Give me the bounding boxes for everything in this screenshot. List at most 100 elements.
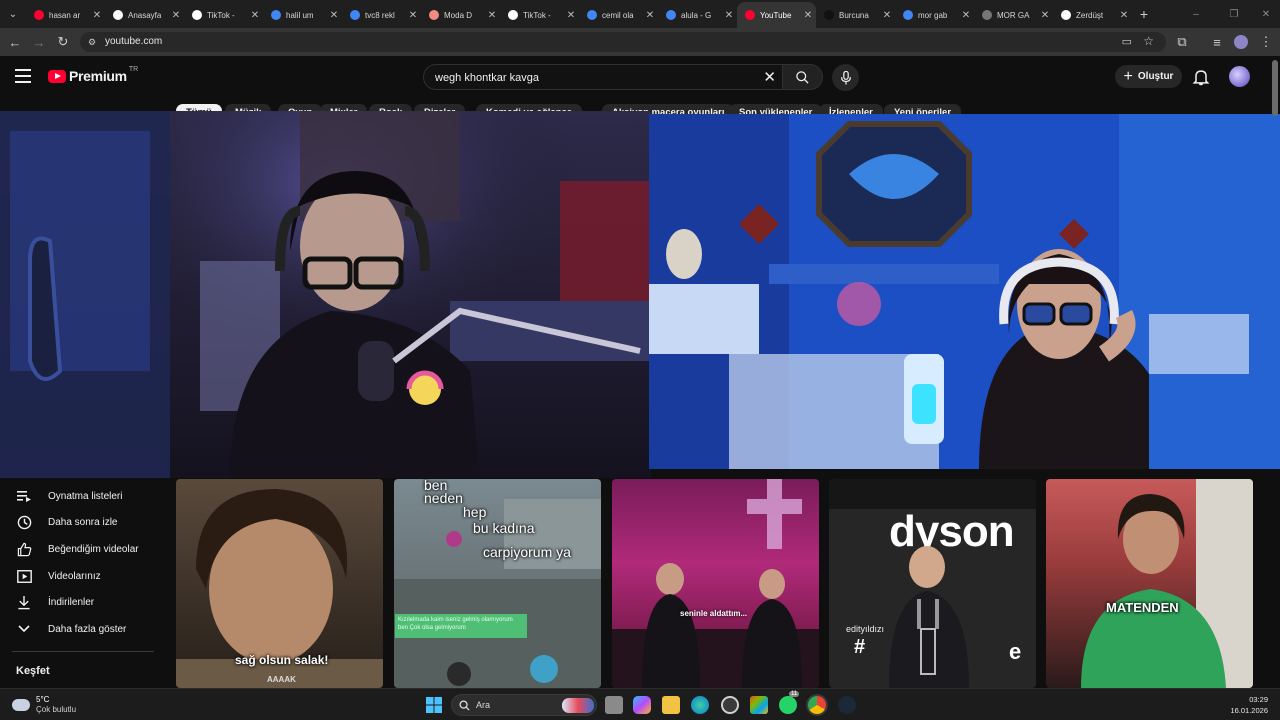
- short-2-caption-line-5: carpiyorum ya: [483, 544, 571, 560]
- short-5-image: [1081, 479, 1253, 688]
- tab-title: cemil ola: [602, 10, 634, 20]
- notifications-bell-icon[interactable]: [1191, 67, 1211, 87]
- address-bar[interactable]: ⚙ youtube.com ▭ ☆: [80, 32, 1166, 52]
- tab-title: Zerdüşt: [1076, 10, 1104, 20]
- windows-start-icon[interactable]: [425, 696, 443, 714]
- close-tab-icon[interactable]: ✕: [642, 10, 658, 21]
- youtube-icon: [34, 10, 44, 20]
- close-tab-icon[interactable]: ✕: [563, 10, 579, 21]
- sidebar-item-watch-later[interactable]: Daha sonra izle: [0, 509, 170, 535]
- extensions-icon[interactable]: ⧉: [1173, 33, 1191, 51]
- tab-title: mor gab: [918, 10, 948, 20]
- reload-icon[interactable]: ↻: [54, 33, 72, 51]
- voice-search-button[interactable]: [832, 64, 859, 91]
- browser-tab[interactable]: cemil ola ✕: [579, 2, 658, 28]
- video-preview-left[interactable]: [0, 111, 651, 478]
- short-1-caption: sağ olsun salak!: [235, 653, 329, 667]
- chrome-icon[interactable]: [808, 696, 826, 714]
- short-thumbnail-2[interactable]: ben neden hep bu kadına carpiyorum ya Kı…: [394, 479, 601, 688]
- sidebar-item-playlists[interactable]: Oynatma listeleri: [0, 483, 170, 509]
- weather-widget[interactable]: 5°C Çok bulutlu: [12, 695, 76, 715]
- profile-icon[interactable]: [1234, 35, 1248, 49]
- browser-tab[interactable]: TikTok - ✕: [184, 2, 263, 28]
- short-2-image: [394, 499, 601, 688]
- short-1-watermark: AAAAK: [267, 675, 296, 684]
- youtube-premium-logo[interactable]: Premium TR: [48, 66, 138, 84]
- forward-icon[interactable]: →: [30, 33, 48, 51]
- browser-tab[interactable]: MOR GA ✕: [974, 2, 1053, 28]
- clock-time: 03:29: [1249, 695, 1268, 704]
- browser-tab[interactable]: Moda D ✕: [421, 2, 500, 28]
- page-scrollbar[interactable]: [1272, 60, 1278, 116]
- bookmark-star-icon[interactable]: ☆: [1143, 34, 1154, 48]
- short-thumbnail-3[interactable]: seninle aldattım...: [612, 479, 819, 688]
- sidebar-item-downloads[interactable]: İndirilenler: [0, 589, 170, 615]
- close-tab-icon[interactable]: ✕: [1037, 10, 1053, 21]
- sidebar-item-show-more[interactable]: Daha fazla göster: [0, 616, 170, 642]
- close-tab-icon[interactable]: ✕: [1116, 10, 1132, 21]
- short-5-caption: MATENDEN: [1106, 600, 1179, 615]
- video-preview-right[interactable]: [649, 114, 1280, 469]
- taskbar-search[interactable]: Ara: [451, 694, 597, 716]
- account-avatar[interactable]: [1229, 66, 1250, 87]
- short-thumbnail-4[interactable]: dyson edityıldızı # e: [829, 479, 1036, 688]
- short-3-caption: seninle aldattım...: [680, 609, 748, 618]
- reading-list-icon[interactable]: ≡: [1208, 33, 1226, 51]
- close-tab-icon[interactable]: ✕: [89, 10, 105, 21]
- sidebar-item-your-videos[interactable]: Videolarınız: [0, 563, 170, 589]
- browser-tab[interactable]: hasan ar ✕: [26, 2, 105, 28]
- sidebar-divider: [12, 651, 154, 652]
- browser-tab[interactable]: Burcuna ✕: [816, 2, 895, 28]
- short-2-caption-line-3: hep: [463, 504, 487, 520]
- microsoft-store-icon[interactable]: [750, 696, 768, 714]
- system-clock[interactable]: 03:29 16.01.2026: [1230, 694, 1268, 716]
- close-tab-icon[interactable]: ✕: [168, 10, 184, 21]
- explore-heading: Keşfet: [16, 665, 50, 677]
- back-icon[interactable]: ←: [6, 33, 24, 51]
- browser-tab[interactable]: tvc8 rekl ✕: [342, 2, 421, 28]
- guide-sidebar: Oynatma listeleri Daha sonra izle Beğend…: [0, 478, 170, 688]
- chatgpt-icon[interactable]: [721, 696, 739, 714]
- close-tab-icon[interactable]: ✕: [958, 10, 974, 21]
- file-explorer-icon[interactable]: [662, 696, 680, 714]
- search-icon: [796, 70, 809, 84]
- short-thumbnail-1[interactable]: sağ olsun salak! AAAAK: [176, 479, 383, 688]
- browser-tab[interactable]: halil um ✕: [263, 2, 342, 28]
- sidebar-item-label: Oynatma listeleri: [48, 490, 123, 502]
- browser-tab[interactable]: alula - G ✕: [658, 2, 737, 28]
- close-window-icon[interactable]: ✕: [1246, 0, 1280, 28]
- new-tab-button[interactable]: +: [1132, 6, 1156, 22]
- mor-ga-icon: [982, 10, 992, 20]
- close-tab-icon[interactable]: ✕: [800, 10, 816, 21]
- close-tab-icon[interactable]: ✕: [326, 10, 342, 21]
- search-button[interactable]: [782, 64, 823, 90]
- copilot-icon[interactable]: [633, 696, 651, 714]
- site-info-icon[interactable]: ⚙: [88, 37, 98, 47]
- browser-tab[interactable]: mor gab ✕: [895, 2, 974, 28]
- edge-icon[interactable]: [691, 696, 709, 714]
- browser-tab[interactable]: Anasayfa ✕: [105, 2, 184, 28]
- tab-search-icon[interactable]: ⌄: [0, 0, 26, 28]
- browser-tab[interactable]: YouTube ✕: [737, 2, 816, 28]
- clear-search-icon[interactable]: ✕: [763, 68, 776, 86]
- close-tab-icon[interactable]: ✕: [247, 10, 263, 21]
- steam-icon[interactable]: [838, 696, 856, 714]
- short-thumbnail-5[interactable]: MATENDEN: [1046, 479, 1253, 688]
- cast-icon[interactable]: ▭: [1122, 35, 1132, 48]
- google-icon: [350, 10, 360, 20]
- task-view-icon[interactable]: [605, 696, 623, 714]
- search-input[interactable]: wegh khontkar kavga ✕: [423, 64, 782, 90]
- sidebar-item-liked-videos[interactable]: Beğendiğim videolar: [0, 536, 170, 562]
- chrome-menu-icon[interactable]: ⋮: [1257, 33, 1275, 51]
- close-tab-icon[interactable]: ✕: [405, 10, 421, 21]
- close-tab-icon[interactable]: ✕: [879, 10, 895, 21]
- browser-tab[interactable]: Zerdüşt ✕: [1053, 2, 1132, 28]
- browser-tab[interactable]: TikTok - ✕: [500, 2, 579, 28]
- close-tab-icon[interactable]: ✕: [484, 10, 500, 21]
- close-tab-icon[interactable]: ✕: [721, 10, 737, 21]
- create-button[interactable]: + Oluştur: [1115, 65, 1182, 88]
- guide-menu-icon[interactable]: [15, 69, 31, 83]
- minimize-icon[interactable]: –: [1176, 0, 1216, 28]
- whatsapp-icon[interactable]: 11: [779, 691, 800, 714]
- sidebar-item-label: İndirilenler: [48, 596, 95, 608]
